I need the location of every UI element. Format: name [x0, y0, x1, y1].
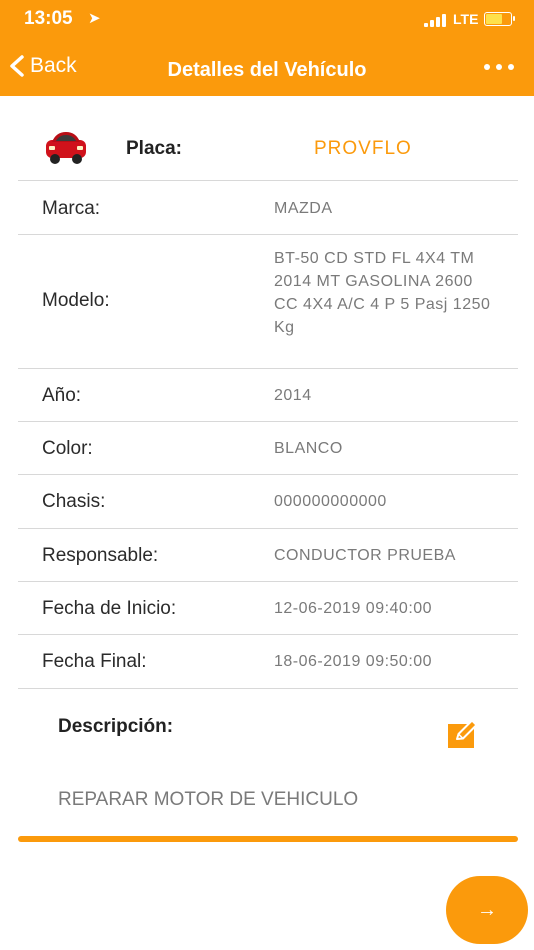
- detail-value: BT-50 CD STD FL 4X4 TM 2014 MT GASOLINA …: [274, 250, 491, 336]
- detail-row-color: Color: BLANCO: [18, 421, 518, 475]
- detail-label: Fecha Final:: [42, 651, 147, 672]
- plate-label: Placa:: [126, 138, 182, 159]
- plate-row: Placa: PROVFLO: [18, 118, 518, 181]
- detail-label: Responsable:: [42, 545, 159, 566]
- detail-label: Fecha de Inicio:: [42, 598, 177, 619]
- top-bar: 13:05 ➤ LTE Back Detalles del Vehículo: [0, 0, 534, 96]
- network-label: LTE: [453, 11, 479, 27]
- detail-label: Color:: [42, 438, 93, 459]
- car-icon: [46, 132, 86, 164]
- edit-icon[interactable]: [446, 718, 480, 750]
- detail-row-chasis: Chasis: 000000000000: [18, 474, 518, 529]
- detail-row-marca: Marca: MAZDA: [18, 180, 518, 235]
- description-label: Descripción:: [58, 716, 174, 737]
- detail-value: MAZDA: [274, 200, 333, 217]
- next-button[interactable]: →: [446, 876, 528, 944]
- detail-value: 18-06-2019 09:50:00: [274, 653, 433, 670]
- more-dots-icon[interactable]: [484, 64, 514, 70]
- plate-value: PROVFLO: [314, 138, 412, 159]
- signal-icon: [424, 13, 450, 27]
- detail-row-fecha-inicio: Fecha de Inicio: 12-06-2019 09:40:00: [18, 581, 518, 635]
- detail-value: BLANCO: [274, 440, 343, 457]
- status-time: 13:05: [24, 8, 73, 29]
- detail-row-responsable: Responsable: CONDUCTOR PRUEBA: [18, 528, 518, 582]
- status-bar: 13:05 ➤ LTE: [0, 0, 534, 40]
- detail-value: 000000000000: [274, 493, 387, 510]
- detail-row-fecha-final: Fecha Final: 18-06-2019 09:50:00: [18, 634, 518, 689]
- detail-label: Marca:: [42, 198, 101, 219]
- detail-value: 2014: [274, 387, 312, 404]
- page-title: Detalles del Vehículo: [167, 59, 367, 81]
- detail-label: Modelo:: [42, 290, 110, 311]
- location-icon: ➤: [88, 10, 101, 27]
- description-value[interactable]: REPARAR MOTOR DE VEHICULO: [58, 789, 358, 811]
- description-underline: [18, 836, 518, 842]
- detail-value: 12-06-2019 09:40:00: [274, 600, 433, 617]
- detail-value: CONDUCTOR PRUEBA: [274, 547, 456, 564]
- arrow-right-icon: →: [477, 898, 497, 921]
- detail-label: Chasis:: [42, 491, 106, 512]
- battery-icon: [484, 12, 515, 26]
- navigation-bar: Back Detalles del Vehículo: [0, 42, 534, 96]
- detail-row-modelo: Modelo: BT-50 CD STD FL 4X4 TM 2014 MT G…: [18, 234, 518, 369]
- detail-label: Año:: [42, 385, 82, 406]
- detail-row-anio: Año: 2014: [18, 368, 518, 422]
